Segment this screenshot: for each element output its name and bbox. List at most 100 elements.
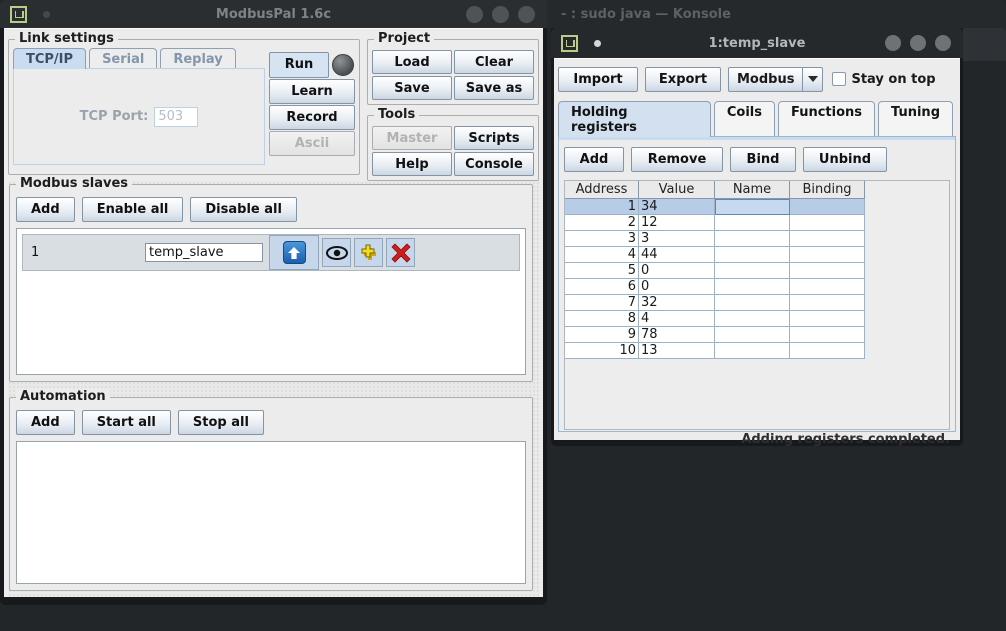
value-cell[interactable]: 4 — [639, 311, 715, 327]
name-cell[interactable] — [715, 263, 790, 279]
unbind-button[interactable]: Unbind — [803, 147, 887, 172]
name-cell[interactable] — [715, 279, 790, 295]
add-automation-button[interactable] — [354, 238, 383, 267]
close-button[interactable] — [518, 6, 535, 23]
slave-name-input[interactable] — [145, 243, 263, 262]
value-column-header[interactable]: Value — [639, 181, 715, 199]
clear-button[interactable]: Clear — [454, 50, 534, 74]
value-cell[interactable]: 13 — [639, 343, 715, 359]
add-automation-button[interactable]: Add — [16, 410, 75, 435]
disable-all-button[interactable]: Disable all — [190, 197, 297, 222]
binding-column-header[interactable]: Binding — [790, 181, 865, 199]
value-cell[interactable]: 12 — [639, 215, 715, 231]
export-button[interactable]: Export — [645, 67, 721, 92]
minimize-button[interactable] — [466, 6, 483, 23]
name-cell[interactable] — [715, 215, 790, 231]
binding-cell[interactable] — [790, 311, 865, 327]
binding-cell[interactable] — [790, 231, 865, 247]
name-column-header[interactable]: Name — [715, 181, 790, 199]
name-cell[interactable] — [715, 199, 790, 215]
table-row[interactable]: 1013 — [565, 343, 865, 359]
binding-cell[interactable] — [790, 199, 865, 215]
address-cell[interactable]: 8 — [565, 311, 639, 327]
run-button[interactable]: Run — [269, 52, 329, 78]
close-button[interactable] — [935, 35, 951, 51]
binding-cell[interactable] — [790, 279, 865, 295]
save-as-button[interactable]: Save as — [454, 76, 534, 100]
slave-window-titlebar[interactable]: 1:temp_slave — [551, 28, 963, 58]
tab-coils[interactable]: Coils — [714, 101, 775, 137]
tab-serial[interactable]: Serial — [89, 48, 157, 69]
address-cell[interactable]: 7 — [565, 295, 639, 311]
name-cell[interactable] — [715, 247, 790, 263]
binding-cell[interactable] — [790, 327, 865, 343]
add-slave-button[interactable]: Add — [16, 197, 75, 222]
mode-dropdown[interactable]: Modbus — [728, 67, 823, 92]
tcp-port-input[interactable] — [154, 107, 198, 127]
value-cell[interactable]: 78 — [639, 327, 715, 343]
address-cell[interactable]: 5 — [565, 263, 639, 279]
register-table-scrollpane[interactable]: Address Value Name Binding 1342123344450… — [564, 180, 950, 430]
record-button[interactable]: Record — [269, 105, 355, 130]
import-button[interactable]: Import — [558, 67, 638, 92]
table-row[interactable]: 444 — [565, 247, 865, 263]
learn-button[interactable]: Learn — [269, 79, 355, 104]
table-row[interactable]: 33 — [565, 231, 865, 247]
start-all-button[interactable]: Start all — [82, 410, 171, 435]
binding-cell[interactable] — [790, 343, 865, 359]
tab-replay[interactable]: Replay — [160, 48, 235, 69]
name-cell[interactable] — [715, 343, 790, 359]
table-header[interactable]: Address Value Name Binding — [565, 181, 865, 199]
value-cell[interactable]: 0 — [639, 279, 715, 295]
enable-slave-button[interactable] — [269, 235, 319, 270]
value-cell[interactable]: 44 — [639, 247, 715, 263]
address-cell[interactable]: 10 — [565, 343, 639, 359]
enable-all-button[interactable]: Enable all — [82, 197, 184, 222]
value-cell[interactable]: 0 — [639, 263, 715, 279]
slave-row[interactable]: 1 — [22, 234, 520, 271]
delete-slave-button[interactable] — [386, 238, 415, 267]
binding-cell[interactable] — [790, 263, 865, 279]
name-cell[interactable] — [715, 231, 790, 247]
address-column-header[interactable]: Address — [565, 181, 639, 199]
remove-register-button[interactable]: Remove — [631, 147, 723, 172]
scripts-button[interactable]: Scripts — [454, 126, 534, 150]
save-button[interactable]: Save — [372, 76, 452, 100]
binding-cell[interactable] — [790, 295, 865, 311]
table-row[interactable]: 134 — [565, 199, 865, 215]
address-cell[interactable]: 9 — [565, 327, 639, 343]
tab-holding-registers[interactable]: Holding registers — [558, 101, 711, 137]
show-slave-button[interactable] — [322, 238, 351, 267]
minimize-button[interactable] — [885, 35, 901, 51]
maximize-button[interactable] — [910, 35, 926, 51]
maximize-button[interactable] — [492, 6, 509, 23]
table-row[interactable]: 84 — [565, 311, 865, 327]
binding-cell[interactable] — [790, 215, 865, 231]
tab-functions[interactable]: Functions — [778, 101, 875, 137]
binding-cell[interactable] — [790, 247, 865, 263]
address-cell[interactable]: 6 — [565, 279, 639, 295]
table-row[interactable]: 732 — [565, 295, 865, 311]
add-register-button[interactable]: Add — [564, 147, 624, 172]
tab-tcpip[interactable]: TCP/IP — [13, 48, 86, 69]
name-cell[interactable] — [715, 311, 790, 327]
table-row[interactable]: 60 — [565, 279, 865, 295]
help-button[interactable]: Help — [372, 152, 452, 176]
modbuspal-window-titlebar[interactable]: ModbusPal 1.6c — [0, 0, 547, 28]
bind-button[interactable]: Bind — [730, 147, 796, 172]
stop-all-button[interactable]: Stop all — [178, 410, 264, 435]
value-cell[interactable]: 3 — [639, 231, 715, 247]
value-cell[interactable]: 32 — [639, 295, 715, 311]
stay-on-top-checkbox[interactable] — [832, 72, 846, 86]
address-cell[interactable]: 4 — [565, 247, 639, 263]
load-button[interactable]: Load — [372, 50, 452, 74]
konsole-window-titlebar[interactable]: - : sudo java — Konsole — [547, 0, 1006, 28]
table-row[interactable]: 212 — [565, 215, 865, 231]
address-cell[interactable]: 2 — [565, 215, 639, 231]
address-cell[interactable]: 3 — [565, 231, 639, 247]
name-cell[interactable] — [715, 327, 790, 343]
tab-tuning[interactable]: Tuning — [878, 101, 953, 137]
table-row[interactable]: 50 — [565, 263, 865, 279]
address-cell[interactable]: 1 — [565, 199, 639, 215]
name-cell[interactable] — [715, 295, 790, 311]
